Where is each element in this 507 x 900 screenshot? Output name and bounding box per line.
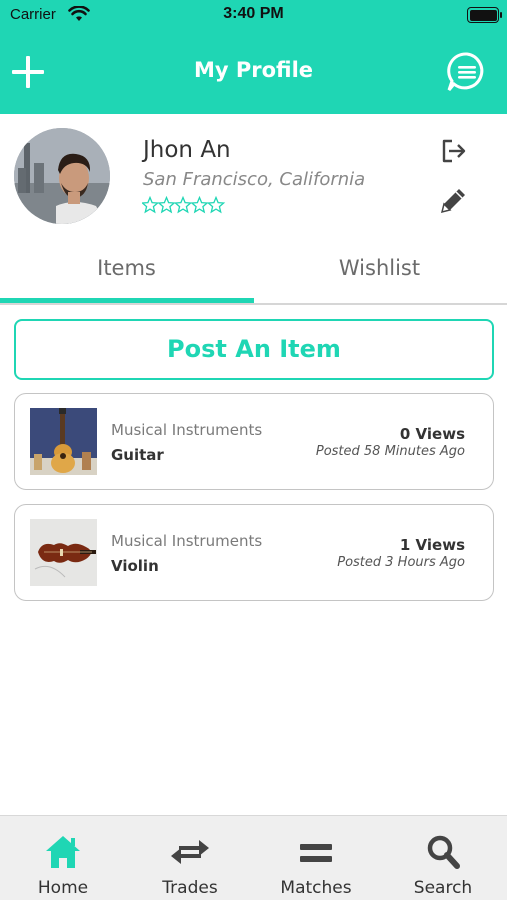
tab-items[interactable]: Items: [0, 256, 253, 280]
item-posted-time: Posted 3 Hours Ago: [337, 555, 465, 570]
star-icon: [140, 195, 160, 214]
item-category: Musical Instruments: [111, 532, 263, 550]
item-posted-time: Posted 58 Minutes Ago: [315, 444, 465, 459]
user-name: Jhon An: [143, 137, 231, 163]
logout-icon: [442, 139, 466, 163]
pencil-icon: [440, 189, 465, 214]
clock-time: 3:40 PM: [223, 5, 284, 22]
page-title: My Profile: [193, 58, 314, 82]
guitar-photo: [30, 408, 97, 475]
rating-stars: [140, 195, 226, 218]
star-icon: [206, 195, 226, 214]
violin-photo: [30, 519, 97, 586]
chat-bubble-icon: [447, 52, 484, 91]
tab-divider: [0, 303, 507, 305]
header-bar: Carrier 3:40 PM My Profile: [0, 0, 507, 114]
tabbar-home[interactable]: Home: [0, 816, 126, 900]
post-item-button[interactable]: Post An Item: [14, 319, 494, 380]
logout-button[interactable]: [438, 136, 468, 166]
home-icon: [46, 836, 80, 868]
bottom-tab-bar: Home Trades Matches Search: [0, 815, 507, 900]
star-icon: [190, 195, 209, 214]
item-views: 1 Views: [399, 536, 465, 554]
item-views: 0 Views: [399, 425, 465, 443]
status-bar: Carrier 3:40 PM: [0, 0, 507, 30]
tabbar-label: Search: [413, 878, 473, 898]
edit-profile-button[interactable]: [436, 184, 470, 218]
avatar[interactable]: [14, 128, 110, 224]
matches-icon: [300, 844, 332, 862]
tabbar-label: Matches: [280, 878, 352, 898]
item-category: Musical Instruments: [111, 421, 263, 439]
search-icon: [427, 835, 460, 869]
tab-wishlist[interactable]: Wishlist: [253, 256, 506, 280]
item-card[interactable]: Musical Instruments Violin 1 Views Poste…: [14, 504, 494, 601]
tabbar-trades[interactable]: Trades: [127, 816, 253, 900]
tabbar-search[interactable]: Search: [380, 816, 506, 900]
item-card[interactable]: Musical Instruments Guitar 0 Views Poste…: [14, 393, 494, 490]
item-name: Violin: [111, 557, 159, 575]
trades-icon: [171, 840, 209, 864]
item-name: Guitar: [111, 446, 164, 464]
user-location: San Francisco, California: [143, 169, 366, 190]
chat-button[interactable]: [446, 51, 488, 93]
star-icon: [173, 195, 193, 214]
tabbar-matches[interactable]: Matches: [253, 816, 379, 900]
tabbar-label: Trades: [162, 878, 218, 898]
star-icon: [157, 195, 176, 214]
battery-icon: [467, 7, 502, 23]
tabbar-label: Home: [37, 878, 89, 898]
